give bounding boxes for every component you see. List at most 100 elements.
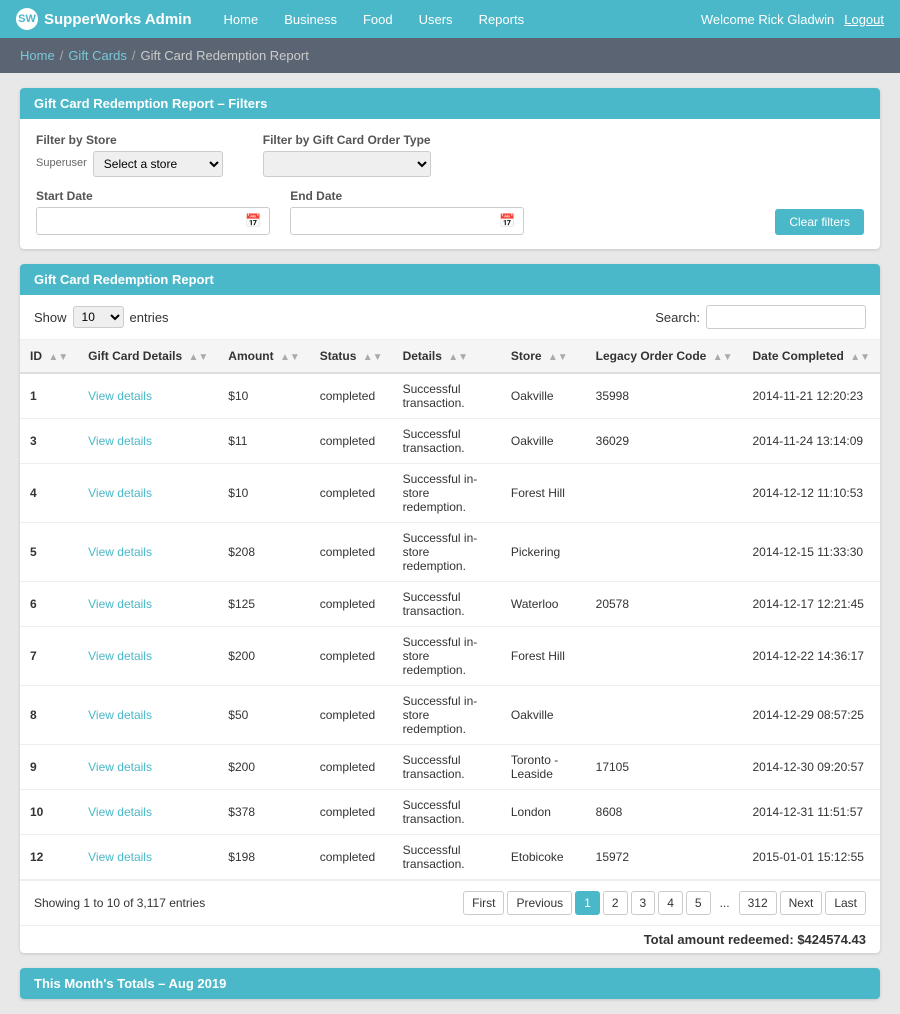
page-5-button[interactable]: 5 [686,891,711,915]
row-store: Toronto - Leaside [501,745,586,790]
start-date-label: Start Date [36,189,270,203]
row-gift-card[interactable]: View details [78,419,218,464]
view-details-link[interactable]: View details [88,850,152,864]
end-date-group: End Date 📅 [290,189,524,235]
col-header-id[interactable]: ID ▲▼ [20,340,78,373]
clear-filters-button[interactable]: Clear filters [775,209,864,235]
row-amount: $200 [218,627,309,686]
nav-link-food[interactable]: Food [351,4,405,35]
page-3-button[interactable]: 3 [631,891,656,915]
store-filter-label: Filter by Store [36,133,223,147]
row-details: Successful transaction. [393,835,501,880]
view-details-link[interactable]: View details [88,434,152,448]
breadcrumb-gift-cards[interactable]: Gift Cards [68,48,127,63]
view-details-link[interactable]: View details [88,597,152,611]
row-store: London [501,790,586,835]
col-header-gift-card-details[interactable]: Gift Card Details ▲▼ [78,340,218,373]
col-header-amount: Amount ▲▼ [218,340,309,373]
last-page-button[interactable]: Last [825,891,866,915]
page-4-button[interactable]: 4 [658,891,683,915]
row-store: Etobicoke [501,835,586,880]
row-status: completed [310,686,393,745]
row-details: Successful transaction. [393,790,501,835]
report-section: Gift Card Redemption Report Show 1025501… [20,264,880,953]
end-date-label: End Date [290,189,524,203]
search-box: Search: [655,305,866,329]
first-page-button[interactable]: First [463,891,504,915]
table-header-row: ID ▲▼Gift Card Details ▲▼Amount ▲▼Status… [20,340,880,373]
row-store: Oakville [501,373,586,419]
sort-icon: ▲▼ [850,352,870,363]
search-input[interactable] [706,305,866,329]
row-details: Successful in-store redemption. [393,686,501,745]
row-amount: $10 [218,464,309,523]
breadcrumb: Home / Gift Cards / Gift Card Redemption… [0,38,900,73]
breadcrumb-sep1: / [60,48,64,63]
row-amount: $10 [218,373,309,419]
breadcrumb-home[interactable]: Home [20,48,55,63]
view-details-link[interactable]: View details [88,708,152,722]
row-id: 12 [20,835,78,880]
row-gift-card[interactable]: View details [78,790,218,835]
row-legacy-order [586,464,743,523]
nav-right: Welcome Rick Gladwin Logout [701,12,884,27]
filter-header: Gift Card Redemption Report – Filters [20,88,880,119]
view-details-link[interactable]: View details [88,760,152,774]
order-type-select[interactable] [263,151,431,177]
view-details-link[interactable]: View details [88,545,152,559]
sort-icon: ▲▼ [280,352,300,363]
view-details-link[interactable]: View details [88,389,152,403]
view-details-link[interactable]: View details [88,486,152,500]
table-footer: Showing 1 to 10 of 3,117 entries FirstPr… [20,880,880,925]
page-2-button[interactable]: 2 [603,891,628,915]
start-date-input[interactable] [37,209,237,233]
row-status: completed [310,464,393,523]
table-row: 3 View details $11 completed Successful … [20,419,880,464]
row-date: 2014-12-15 11:33:30 [743,523,881,582]
nav-link-business[interactable]: Business [272,4,349,35]
nav-links: HomeBusinessFoodUsersReports [212,4,701,35]
previous-page-button[interactable]: Previous [507,891,572,915]
date-filters: Start Date 📅 End Date 📅 [36,189,775,235]
row-gift-card[interactable]: View details [78,582,218,627]
start-date-calendar-icon[interactable]: 📅 [237,208,269,234]
page-1-button[interactable]: 1 [575,891,600,915]
order-type-filter-group: Filter by Gift Card Order Type [263,133,431,177]
row-store: Forest Hill [501,627,586,686]
row-amount: $11 [218,419,309,464]
next-page-button[interactable]: Next [780,891,823,915]
row-date: 2014-11-24 13:14:09 [743,419,881,464]
row-gift-card[interactable]: View details [78,523,218,582]
row-gift-card[interactable]: View details [78,835,218,880]
row-date: 2014-12-30 09:20:57 [743,745,881,790]
row-id: 9 [20,745,78,790]
row-gift-card[interactable]: View details [78,686,218,745]
order-type-label: Filter by Gift Card Order Type [263,133,431,147]
nav-link-reports[interactable]: Reports [467,4,537,35]
table-row: 4 View details $10 completed Successful … [20,464,880,523]
row-gift-card[interactable]: View details [78,464,218,523]
store-sublabel: Superuser [36,157,87,169]
store-select[interactable]: Select a store [93,151,223,177]
sort-icon: ▲▼ [48,352,68,363]
sort-icon: ▲▼ [189,352,209,363]
end-date-input[interactable] [291,209,491,233]
row-gift-card[interactable]: View details [78,627,218,686]
welcome-text: Welcome Rick Gladwin [701,12,834,27]
row-date: 2014-11-21 12:20:23 [743,373,881,419]
row-gift-card[interactable]: View details [78,373,218,419]
row-legacy-order: 17105 [586,745,743,790]
last-page-number-button[interactable]: 312 [739,891,777,915]
nav-link-users[interactable]: Users [407,4,465,35]
row-date: 2014-12-22 14:36:17 [743,627,881,686]
row-details: Successful transaction. [393,582,501,627]
nav-link-home[interactable]: Home [212,4,271,35]
row-gift-card[interactable]: View details [78,745,218,790]
logout-link[interactable]: Logout [844,12,884,27]
view-details-link[interactable]: View details [88,805,152,819]
view-details-link[interactable]: View details [88,649,152,663]
entries-select[interactable]: 102550100 [73,306,124,328]
row-status: completed [310,790,393,835]
end-date-calendar-icon[interactable]: 📅 [491,208,523,234]
month-header: This Month's Totals – Aug 2019 [20,968,880,999]
